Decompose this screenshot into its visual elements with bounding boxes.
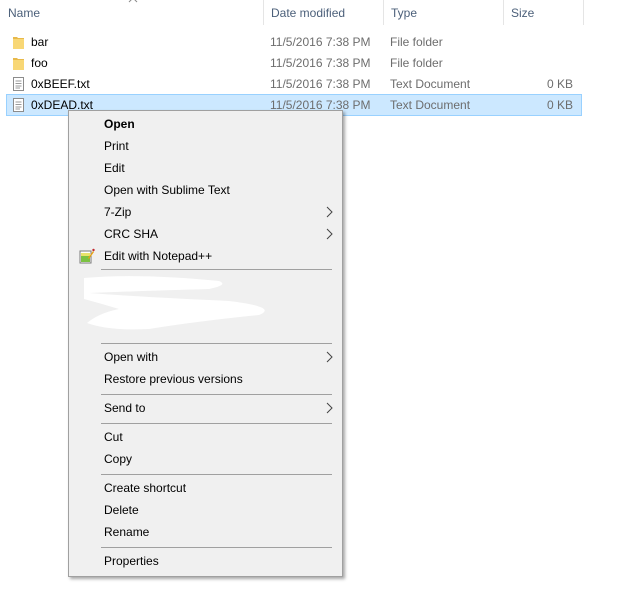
menu-item-label: Open with Sublime Text [104, 183, 230, 197]
column-header-bar: Name Date modified Type Size [0, 0, 624, 26]
notepad-plus-plus-icon [79, 248, 95, 264]
file-size: 0 KB [546, 98, 573, 112]
menu-item-open-with-sublime[interactable]: Open with Sublime Text [71, 179, 340, 201]
text-file-icon [13, 98, 24, 112]
menu-separator [101, 269, 332, 270]
menu-item-label: Cut [104, 430, 123, 444]
menu-item-label: Open [104, 117, 135, 131]
menu-item-label: Properties [104, 554, 159, 568]
menu-item-label: Send to [104, 401, 146, 415]
file-date: 11/5/2016 7:38 PM [270, 77, 371, 91]
file-date: 11/5/2016 7:38 PM [270, 35, 371, 49]
menu-separator [101, 343, 332, 344]
file-row[interactable]: 0xBEEF.txt 11/5/2016 7:38 PM Text Docume… [6, 73, 582, 95]
file-row[interactable]: foo 11/5/2016 7:38 PM File folder [6, 52, 582, 74]
menu-item-7zip[interactable]: 7-Zip [71, 201, 340, 223]
menu-item-label: Edit [104, 161, 125, 175]
menu-item-copy[interactable]: Copy [71, 448, 340, 470]
menu-item-create-shortcut[interactable]: Create shortcut [71, 477, 340, 499]
menu-item-label: CRC SHA [104, 227, 159, 241]
column-header-size[interactable]: Size [503, 0, 583, 25]
menu-item-label: Rename [104, 525, 150, 539]
menu-item-properties[interactable]: Properties [71, 550, 340, 572]
menu-separator [101, 394, 332, 395]
file-name: 0xBEEF.txt [31, 77, 90, 91]
menu-item-label: Copy [104, 452, 133, 466]
file-type: File folder [390, 35, 443, 49]
file-type: Text Document [390, 98, 471, 112]
menu-separator [101, 423, 332, 424]
file-type: Text Document [390, 77, 471, 91]
file-type: File folder [390, 56, 443, 70]
chevron-right-icon [324, 346, 334, 368]
column-header-type[interactable]: Type [383, 0, 503, 25]
menu-item-print[interactable]: Print [71, 135, 340, 157]
folder-icon [13, 35, 24, 49]
menu-item-open-with[interactable]: Open with [71, 346, 340, 368]
menu-item-restore-previous-versions[interactable]: Restore previous versions [71, 368, 340, 390]
file-row[interactable]: bar 11/5/2016 7:38 PM File folder [6, 31, 582, 53]
menu-item-label: Restore previous versions [104, 372, 243, 386]
folder-icon [13, 56, 24, 70]
menu-item-crc-sha[interactable]: CRC SHA [71, 223, 340, 245]
file-name: foo [31, 56, 48, 70]
menu-item-label: 7-Zip [104, 205, 132, 219]
file-date: 11/5/2016 7:38 PM [270, 56, 371, 70]
column-divider[interactable] [583, 0, 584, 25]
menu-item-open[interactable]: Open [71, 113, 340, 135]
chevron-right-icon [324, 223, 334, 245]
menu-item-cut[interactable]: Cut [71, 426, 340, 448]
file-size: 0 KB [546, 77, 573, 91]
menu-item-label: Print [104, 139, 129, 153]
column-header-date-modified[interactable]: Date modified [263, 0, 383, 25]
menu-item-delete[interactable]: Delete [71, 499, 340, 521]
menu-item-rename[interactable]: Rename [71, 521, 340, 543]
menu-item-label: Create shortcut [104, 481, 187, 495]
menu-item-edit[interactable]: Edit [71, 157, 340, 179]
file-name: bar [31, 35, 49, 49]
context-menu: Open Print Edit Open with Sublime Text 7… [68, 110, 343, 577]
menu-item-edit-with-notepadpp[interactable]: Edit with Notepad++ [71, 245, 340, 267]
menu-item-label: Open with [104, 350, 159, 364]
menu-separator [101, 474, 332, 475]
redacted-menu-items [79, 273, 279, 333]
text-file-icon [13, 77, 24, 91]
menu-item-label: Edit with Notepad++ [104, 249, 213, 263]
column-header-name[interactable]: Name [0, 0, 263, 25]
chevron-right-icon [324, 201, 334, 223]
menu-separator [101, 547, 332, 548]
menu-item-send-to[interactable]: Send to [71, 397, 340, 419]
chevron-right-icon [324, 397, 334, 419]
menu-item-label: Delete [104, 503, 139, 517]
